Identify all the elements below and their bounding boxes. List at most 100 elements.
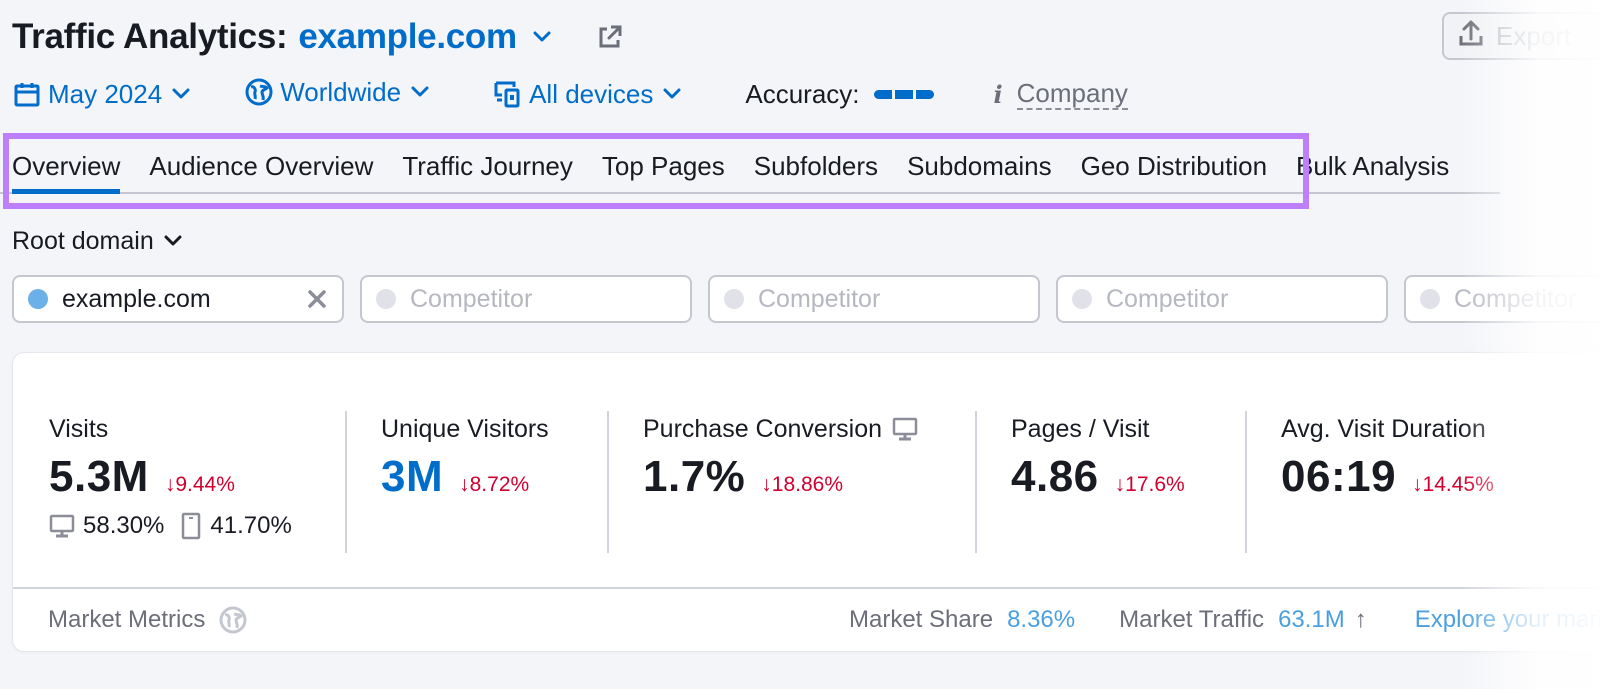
metric-value: 06:19	[1281, 452, 1397, 501]
metric-value[interactable]: 3M	[381, 452, 443, 502]
domain-color-dot	[28, 289, 48, 309]
metric-delta: ↓14.45%	[1412, 473, 1494, 496]
metric-purchase-conversion[interactable]: Purchase Conversion 1.7% ↓18.86%	[607, 411, 975, 553]
scope-selector[interactable]: Root domain	[12, 224, 182, 258]
close-icon[interactable]	[306, 288, 328, 310]
metrics-row: Visits 5.3M ↓9.44% 58.30% 41.70% Unique …	[13, 411, 1600, 553]
metric-avg-visit-duration[interactable]: Avg. Visit Duration 06:19 ↓14.45%	[1245, 411, 1600, 553]
domain-color-dot	[1072, 289, 1092, 309]
competitor-input[interactable]: Competitor	[1056, 275, 1388, 323]
page-header: Traffic Analytics: example.com	[12, 14, 625, 60]
mobile-icon	[180, 512, 202, 540]
domain-inputs: example.com Competitor Competitor Compet…	[12, 275, 1600, 323]
chevron-down-icon	[411, 82, 431, 102]
accuracy-bar	[915, 89, 934, 99]
competitor-input[interactable]: Competitor	[708, 275, 1040, 323]
tab-subdomains[interactable]: Subdomains	[907, 151, 1052, 192]
location-filter-label: Worldwide	[280, 76, 402, 107]
info-icon: i	[993, 79, 1003, 109]
metric-label: Visits	[49, 414, 109, 443]
market-traffic-label: Market Traffic	[1119, 606, 1265, 633]
export-label: Export	[1496, 20, 1572, 51]
metric-pages-per-visit[interactable]: Pages / Visit 4.86 ↓17.6%	[975, 411, 1245, 553]
tab-subfolders[interactable]: Subfolders	[754, 151, 878, 192]
tab-geo-distribution[interactable]: Geo Distribution	[1081, 151, 1267, 192]
overview-metrics-card: Visits 5.3M ↓9.44% 58.30% 41.70% Unique …	[12, 352, 1600, 652]
tab-overview[interactable]: Overview	[12, 151, 121, 194]
device-filter[interactable]: All devices	[493, 79, 683, 110]
metric-delta: ↓17.6%	[1114, 473, 1185, 496]
date-filter[interactable]: May 2024	[12, 79, 192, 110]
mobile-share: 41.70%	[210, 512, 292, 539]
metric-delta: ↓9.44%	[164, 473, 235, 496]
metric-visits[interactable]: Visits 5.3M ↓9.44% 58.30% 41.70%	[13, 411, 345, 553]
competitor-placeholder: Competitor	[410, 284, 533, 313]
devices-icon	[493, 79, 523, 109]
tab-traffic-journey[interactable]: Traffic Journey	[402, 151, 573, 192]
tab-bulk-analysis[interactable]: Bulk Analysis	[1296, 151, 1449, 192]
scope-label: Root domain	[12, 226, 154, 255]
metric-value: 5.3M	[49, 452, 149, 501]
desktop-icon	[892, 416, 918, 442]
metric-unique-visitors[interactable]: Unique Visitors 3M ↓8.72%	[345, 411, 607, 553]
tab-top-pages[interactable]: Top Pages	[602, 151, 725, 192]
metric-value: 1.7%	[643, 452, 746, 501]
page-title: Traffic Analytics:	[12, 17, 288, 56]
external-link-icon[interactable]	[595, 22, 625, 52]
upload-icon	[1458, 19, 1484, 54]
market-share: Market Share 8.36%	[849, 606, 1075, 634]
company-label: Company	[1016, 78, 1128, 110]
competitor-input[interactable]: Competitor	[1404, 275, 1600, 323]
desktop-share: 58.30%	[83, 512, 165, 539]
market-share-value: 8.36%	[1007, 606, 1076, 633]
tab-audience-overview[interactable]: Audience Overview	[149, 151, 373, 192]
market-traffic-value: 63.1M	[1278, 606, 1345, 633]
metric-value: 4.86	[1011, 452, 1099, 501]
report-tabs: Overview Audience Overview Traffic Journ…	[0, 140, 1500, 194]
metric-label: Unique Visitors	[381, 414, 549, 443]
accuracy-level-bars	[873, 89, 934, 99]
arrow-up-icon: ↑	[1354, 606, 1367, 633]
desktop-icon	[49, 513, 75, 539]
metric-label: Pages / Visit	[1011, 414, 1150, 443]
domain-color-dot	[1420, 289, 1440, 309]
chevron-down-icon	[663, 84, 683, 104]
chevron-down-icon[interactable]	[531, 26, 553, 48]
metric-label: Avg. Visit Duration	[1281, 414, 1486, 443]
main-domain-value: example.com	[62, 284, 211, 313]
metric-label: Purchase Conversion	[643, 414, 883, 443]
competitor-input[interactable]: Competitor	[360, 275, 692, 323]
divider	[345, 411, 347, 553]
accuracy-label: Accuracy:	[745, 78, 860, 109]
main-domain-input[interactable]: example.com	[12, 275, 344, 323]
accuracy-indicator: Accuracy:	[745, 78, 934, 110]
divider	[1245, 411, 1247, 553]
domain-selector[interactable]: example.com	[298, 17, 517, 57]
market-metrics-bar: Market Metrics Market Share 8.36% Market…	[13, 587, 1600, 651]
company-info[interactable]: i Company	[994, 78, 1128, 110]
metric-delta: ↓18.86%	[761, 473, 844, 496]
competitor-placeholder: Competitor	[1106, 284, 1229, 313]
globe-icon	[244, 77, 274, 107]
accuracy-bar	[894, 89, 913, 99]
device-split: 58.30% 41.70%	[49, 512, 345, 540]
domain-color-dot	[724, 289, 744, 309]
filters-bar: May 2024 Worldwide All devices Accuracy:…	[12, 72, 1128, 116]
calendar-icon	[12, 79, 42, 109]
competitor-placeholder: Competitor	[1454, 284, 1577, 313]
chevron-down-icon	[164, 235, 182, 247]
divider	[607, 411, 609, 553]
market-share-label: Market Share	[849, 606, 994, 633]
device-filter-label: All devices	[529, 78, 654, 109]
domain-color-dot	[376, 289, 396, 309]
metric-delta: ↓8.72%	[459, 473, 530, 496]
explore-market-link[interactable]: Explore your market	[1415, 606, 1600, 634]
location-filter[interactable]: Worldwide	[244, 77, 431, 108]
divider	[975, 411, 977, 553]
competitor-placeholder: Competitor	[758, 284, 881, 313]
globe-icon	[219, 606, 247, 634]
export-button[interactable]: Export	[1442, 12, 1600, 60]
chevron-down-icon	[172, 84, 192, 104]
market-traffic: Market Traffic 63.1M ↑	[1119, 606, 1367, 634]
accuracy-bar	[873, 89, 892, 99]
